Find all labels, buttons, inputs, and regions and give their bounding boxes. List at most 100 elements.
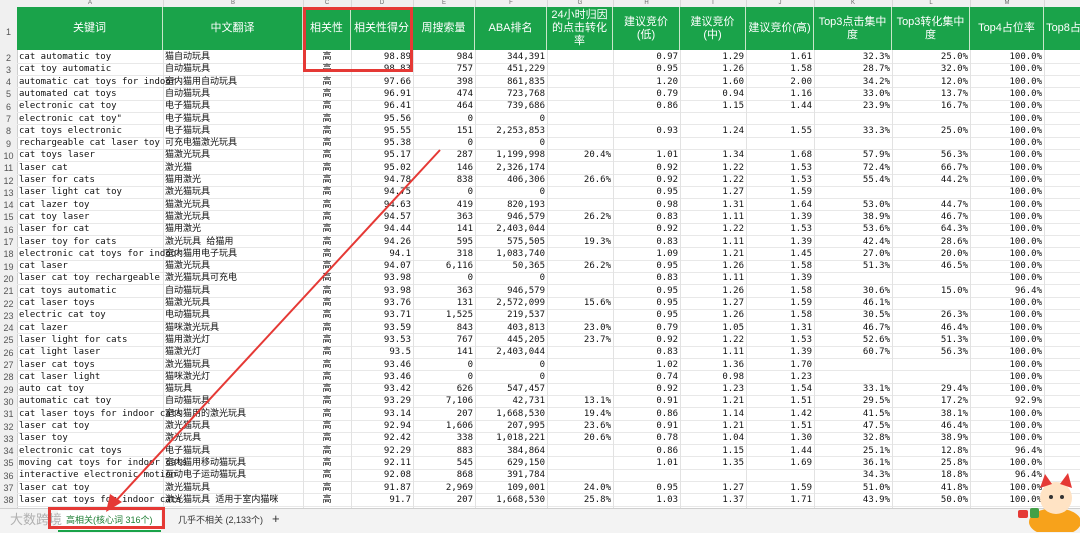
table-cell[interactable]: 1.05: [680, 322, 746, 334]
table-cell[interactable]: 高: [303, 309, 351, 321]
row-number[interactable]: 15: [0, 211, 17, 223]
row-number[interactable]: 22: [0, 298, 17, 310]
table-cell[interactable]: 464: [413, 100, 475, 112]
table-cell[interactable]: 1.51: [746, 420, 814, 432]
table-cell[interactable]: 1,606: [413, 420, 475, 432]
row-number[interactable]: 19: [0, 261, 17, 273]
table-cell[interactable]: 室内猫用移动猫玩具: [163, 457, 303, 469]
table-cell[interactable]: [547, 51, 613, 63]
table-cell[interactable]: [680, 469, 746, 481]
table-cell[interactable]: 53.6%: [814, 223, 892, 235]
table-cell[interactable]: 0.92: [613, 334, 680, 346]
table-cell[interactable]: 100.0%: [970, 51, 1044, 63]
table-cell[interactable]: 自动猫玩具: [163, 88, 303, 100]
table-cell[interactable]: 93.46: [351, 359, 413, 371]
table-cell[interactable]: 34.2%: [814, 76, 892, 88]
table-cell[interactable]: 96.41: [351, 100, 413, 112]
table-cell[interactable]: 131: [413, 297, 475, 309]
table-cell[interactable]: 868: [413, 469, 475, 481]
table-cell[interactable]: 1.26: [680, 260, 746, 272]
table-cell[interactable]: 1.58: [746, 260, 814, 272]
column-letter-l[interactable]: L: [892, 0, 971, 7]
table-cell[interactable]: 41.5%: [814, 408, 892, 420]
table-cell[interactable]: 46.1%: [814, 297, 892, 309]
column-letter-k[interactable]: K: [814, 0, 893, 7]
table-cell[interactable]: 0.91: [613, 420, 680, 432]
table-cell[interactable]: 42,731: [475, 395, 547, 407]
row-number[interactable]: 6: [0, 101, 17, 113]
table-cell[interactable]: 激光玩具: [163, 432, 303, 444]
table-cell[interactable]: 猫玩具: [163, 383, 303, 395]
table-cell[interactable]: 高: [303, 272, 351, 284]
table-cell[interactable]: 高: [303, 359, 351, 371]
table-cell[interactable]: 2,403,044: [475, 346, 547, 358]
table-cell[interactable]: 1.15: [680, 445, 746, 457]
header-cell[interactable]: 中文翻译: [163, 7, 303, 50]
table-cell[interactable]: 1.14: [680, 408, 746, 420]
table-cell[interactable]: 25.8%: [547, 494, 613, 506]
table-cell[interactable]: [547, 113, 613, 125]
table-cell[interactable]: 高: [303, 248, 351, 260]
table-cell[interactable]: [892, 137, 970, 149]
table-cell[interactable]: 高: [303, 482, 351, 494]
table-cell[interactable]: 100.0%: [970, 63, 1044, 75]
table-cell[interactable]: 室内猫用自动玩具: [163, 76, 303, 88]
table-cell[interactable]: 94.07: [351, 260, 413, 272]
row-number[interactable]: 25: [0, 334, 17, 346]
table-cell[interactable]: 1.39: [746, 211, 814, 223]
table-cell[interactable]: 1.11: [680, 211, 746, 223]
table-cell[interactable]: 0.86: [613, 100, 680, 112]
table-cell[interactable]: 151: [413, 125, 475, 137]
table-cell[interactable]: 高: [303, 125, 351, 137]
table-cell[interactable]: 1.36: [680, 359, 746, 371]
column-letter-b[interactable]: B: [163, 0, 304, 7]
table-cell[interactable]: 95.17: [351, 149, 413, 161]
table-cell[interactable]: 猫激光灯: [163, 346, 303, 358]
table-cell[interactable]: laser cat toy: [17, 482, 163, 494]
row-number[interactable]: 33: [0, 433, 17, 445]
table-cell[interactable]: 1.23: [746, 371, 814, 383]
column-letter-j[interactable]: J: [746, 0, 815, 7]
table-cell[interactable]: cat automatic toy: [17, 51, 163, 63]
table-cell[interactable]: 1.51: [746, 395, 814, 407]
table-cell[interactable]: 1.54: [746, 383, 814, 395]
table-cell[interactable]: 25.0%: [892, 125, 970, 137]
table-cell[interactable]: 高: [303, 334, 351, 346]
table-cell[interactable]: laser cat toys for indoor cats: [17, 494, 182, 506]
table-cell[interactable]: 547,457: [475, 383, 547, 395]
header-cell[interactable]: 建议竞价(高): [746, 7, 814, 50]
table-cell[interactable]: 28.6%: [892, 236, 970, 248]
table-cell[interactable]: 1.11: [680, 236, 746, 248]
column-letter-e[interactable]: E: [413, 0, 476, 7]
table-cell[interactable]: 64.3%: [892, 223, 970, 235]
table-cell[interactable]: 92.94: [351, 420, 413, 432]
table-cell[interactable]: 可充电猫激光玩具: [163, 137, 303, 149]
table-cell[interactable]: [746, 137, 814, 149]
table-cell[interactable]: 激光猫玩具: [163, 420, 303, 432]
table-cell[interactable]: automatic cat toy: [17, 395, 163, 407]
table-cell[interactable]: 100.0%: [970, 322, 1044, 334]
table-cell[interactable]: 0.94: [680, 88, 746, 100]
table-cell[interactable]: 1,199,998: [475, 149, 547, 161]
table-cell[interactable]: 363: [413, 285, 475, 297]
table-cell[interactable]: 2,403,044: [475, 223, 547, 235]
table-cell[interactable]: laser for cat: [17, 223, 163, 235]
table-cell[interactable]: 17.2%: [892, 395, 970, 407]
table-cell[interactable]: cat laser toys: [17, 297, 163, 309]
table-cell[interactable]: 883: [413, 445, 475, 457]
table-cell[interactable]: 391,784: [475, 469, 547, 481]
table-cell[interactable]: [547, 445, 613, 457]
table-cell[interactable]: [547, 88, 613, 100]
table-cell[interactable]: 44.7%: [892, 199, 970, 211]
header-cell[interactable]: 关键词: [17, 7, 163, 50]
table-cell[interactable]: 51.3%: [814, 260, 892, 272]
table-cell[interactable]: [680, 113, 746, 125]
header-cell[interactable]: Top3转化集中度: [892, 7, 970, 50]
row-number[interactable]: 27: [0, 359, 17, 371]
table-cell[interactable]: 55.4%: [814, 174, 892, 186]
table-cell[interactable]: 激光猫玩具可充电: [163, 272, 303, 284]
table-cell[interactable]: 19.4%: [547, 408, 613, 420]
table-cell[interactable]: 0.95: [613, 186, 680, 198]
table-cell[interactable]: 629,150: [475, 457, 547, 469]
table-cell[interactable]: 25.1%: [814, 445, 892, 457]
